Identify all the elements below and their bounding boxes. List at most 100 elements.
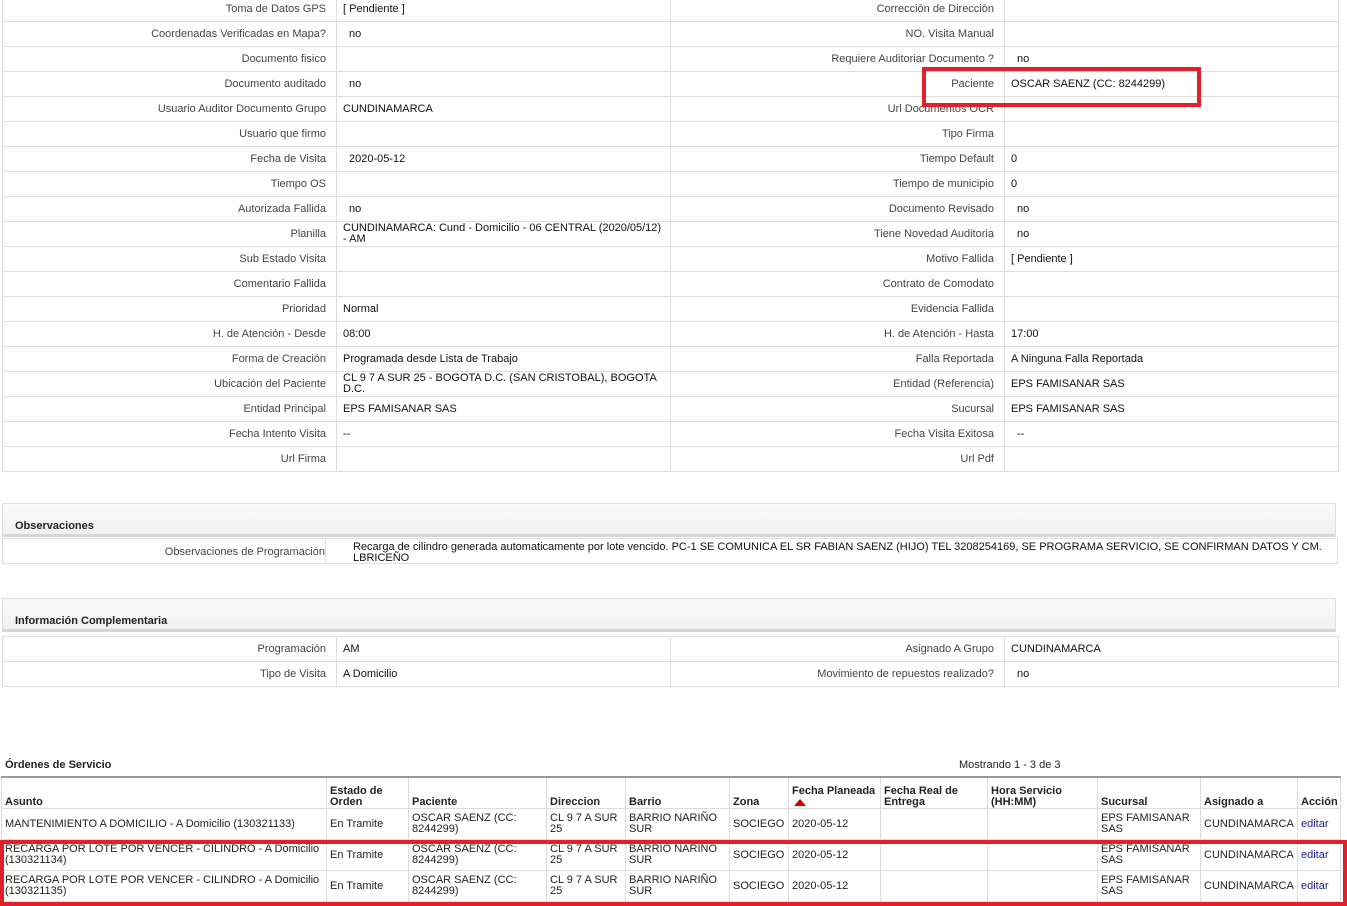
order-row[interactable]: RECARGA POR LOTE POR VENCER - CILINDRO -… bbox=[1, 839, 1341, 871]
field-label: Toma de Datos GPS bbox=[2, 0, 337, 22]
ordenes-title: Órdenes de Servicio bbox=[5, 759, 112, 771]
field-value: A Domicilio bbox=[336, 661, 671, 687]
field-value: -- bbox=[336, 421, 671, 447]
order-cell-fecha-real bbox=[880, 808, 988, 840]
order-cell-accion: editar bbox=[1297, 808, 1341, 840]
field-label: Prioridad bbox=[2, 296, 337, 322]
col-zona[interactable]: Zona bbox=[729, 776, 789, 809]
order-cell-zona: SOCIEGO bbox=[729, 839, 789, 871]
order-cell-hora bbox=[987, 870, 1098, 902]
edit-link[interactable]: editar bbox=[1301, 849, 1329, 861]
field-value: no bbox=[1004, 661, 1339, 687]
field-label: Documento fisico bbox=[2, 46, 337, 72]
edit-link[interactable]: editar bbox=[1301, 880, 1329, 892]
field-value: 0 bbox=[1004, 146, 1339, 172]
field-label: Documento Revisado bbox=[670, 196, 1005, 222]
field-value: CUNDINAMARCA bbox=[336, 96, 671, 122]
field-value bbox=[1004, 296, 1339, 322]
order-cell-fecha-real bbox=[880, 839, 988, 871]
field-value: 08:00 bbox=[336, 321, 671, 347]
complementaria-row: Tipo de Visita A Domicilio Movimiento de r… bbox=[2, 661, 1339, 687]
field-value bbox=[336, 446, 671, 472]
field-value: no bbox=[1004, 46, 1339, 72]
field-label: Motivo Fallida bbox=[670, 246, 1005, 272]
order-cell-zona: SOCIEGO bbox=[729, 808, 789, 840]
field-label: Corrección de Dirección bbox=[670, 0, 1005, 22]
field-label: Entidad Principal bbox=[2, 396, 337, 422]
field-label: Comentario Fallida bbox=[2, 271, 337, 297]
field-label: Tiempo de municipio bbox=[670, 171, 1005, 197]
field-row: Planilla CUNDINAMARCA: Cund - Domicilio -… bbox=[2, 221, 1339, 247]
order-cell-paciente: OSCAR SAENZ (CC: 8244299) bbox=[408, 839, 547, 871]
col-sucursal[interactable]: Sucursal bbox=[1097, 776, 1201, 809]
order-cell-asignado: CUNDINAMARCA bbox=[1200, 839, 1298, 871]
edit-link[interactable]: editar bbox=[1301, 818, 1329, 830]
field-label: Movimiento de repuestos realizado? bbox=[670, 661, 1005, 687]
observaciones-label: Observaciones de Programación bbox=[3, 539, 326, 563]
col-barrio[interactable]: Barrio bbox=[625, 776, 730, 809]
order-cell-estado: En Tramite bbox=[326, 839, 409, 871]
col-fecha-planeada[interactable]: Fecha Planeada bbox=[788, 776, 881, 809]
col-asunto[interactable]: Asunto bbox=[1, 776, 327, 809]
field-row: Fecha Intento Visita -- Fecha Visita Exito… bbox=[2, 421, 1339, 447]
order-row[interactable]: MANTENIMIENTO A DOMICILIO - A Domicilio … bbox=[1, 808, 1341, 840]
field-label: Falla Reportada bbox=[670, 346, 1005, 372]
field-label: Sub Estado Visita bbox=[2, 246, 337, 272]
field-value: EPS FAMISANAR SAS bbox=[1004, 371, 1339, 397]
col-asignado[interactable]: Asignado a bbox=[1200, 776, 1298, 809]
field-row: Ubicación del Paciente CL 9 7 A SUR 25 - … bbox=[2, 371, 1339, 397]
col-fecha-planeada-label: Fecha Planeada bbox=[792, 785, 876, 797]
field-value: CUNDINAMARCA bbox=[1004, 636, 1339, 662]
order-cell-accion: editar bbox=[1297, 870, 1341, 902]
order-cell-sucursal: EPS FAMISANAR SAS bbox=[1097, 870, 1201, 902]
field-row: Sub Estado Visita Motivo Fallida[ Pendien… bbox=[2, 246, 1339, 272]
field-row: Prioridad Normal Evidencia Fallida bbox=[2, 296, 1339, 322]
pagination-summary: Mostrando 1 - 3 de 3 bbox=[959, 759, 1061, 771]
field-value: 17:00 bbox=[1004, 321, 1339, 347]
field-value: no bbox=[336, 21, 671, 47]
col-estado[interactable]: Estado de Orden bbox=[326, 776, 409, 809]
field-value bbox=[1004, 96, 1339, 122]
observaciones-header: Observaciones bbox=[2, 503, 1336, 537]
complementaria-title: Información Complementaria bbox=[15, 615, 168, 627]
order-cell-asunto: MANTENIMIENTO A DOMICILIO - A Domicilio … bbox=[1, 808, 327, 840]
ordenes-table: Asunto Estado de Orden Paciente Direccio… bbox=[1, 776, 1341, 902]
field-row: Entidad Principal EPS FAMISANAR SAS Sucurs… bbox=[2, 396, 1339, 422]
field-value bbox=[1004, 21, 1339, 47]
field-label: Tipo Firma bbox=[670, 121, 1005, 147]
field-value bbox=[1004, 446, 1339, 472]
field-label: NO. Visita Manual bbox=[670, 21, 1005, 47]
field-value: no bbox=[1004, 221, 1339, 247]
order-cell-hora bbox=[987, 839, 1098, 871]
order-cell-fecha-real bbox=[880, 870, 988, 902]
col-direccion[interactable]: Direccion bbox=[546, 776, 626, 809]
order-cell-direccion: CL 9 7 A SUR 25 bbox=[546, 870, 626, 902]
order-row[interactable]: RECARGA POR LOTE POR VENCER - CILINDRO -… bbox=[1, 870, 1341, 902]
field-label: Tiempo Default bbox=[670, 146, 1005, 172]
col-fecha-real[interactable]: Fecha Real de Entrega bbox=[880, 776, 988, 809]
order-cell-estado: En Tramite bbox=[326, 870, 409, 902]
field-row: Tiempo OS Tiempo de municipio 0 bbox=[2, 171, 1339, 197]
field-value: Normal bbox=[336, 296, 671, 322]
field-value: OSCAR SAENZ (CC: 8244299) bbox=[1004, 71, 1339, 97]
field-value bbox=[336, 46, 671, 72]
col-hora-servicio[interactable]: Hora Servicio (HH:MM) bbox=[987, 776, 1098, 809]
field-label: Programación bbox=[2, 636, 337, 662]
field-row: Comentario Fallida Contrato de Comodato bbox=[2, 271, 1339, 297]
field-value: EPS FAMISANAR SAS bbox=[1004, 396, 1339, 422]
col-paciente[interactable]: Paciente bbox=[408, 776, 547, 809]
sort-ascending-icon[interactable] bbox=[794, 799, 806, 806]
field-label: Url Pdf bbox=[670, 446, 1005, 472]
order-cell-direccion: CL 9 7 A SUR 25 bbox=[546, 839, 626, 871]
field-label: Url Documentos OCR bbox=[670, 96, 1005, 122]
field-label: Tiempo OS bbox=[2, 171, 337, 197]
field-value bbox=[1004, 271, 1339, 297]
field-label: Fecha Visita Exitosa bbox=[670, 421, 1005, 447]
field-row: Documento fisico Requiere Auditoriar Docu… bbox=[2, 46, 1339, 72]
order-cell-fecha: 2020-05-12 bbox=[788, 839, 881, 871]
order-cell-sucursal: EPS FAMISANAR SAS bbox=[1097, 808, 1201, 840]
order-cell-sucursal: EPS FAMISANAR SAS bbox=[1097, 839, 1201, 871]
order-cell-fecha: 2020-05-12 bbox=[788, 870, 881, 902]
field-value: no bbox=[1004, 196, 1339, 222]
field-row: Coordenadas Verificadas en Mapa? no NO. Vi… bbox=[2, 21, 1339, 47]
